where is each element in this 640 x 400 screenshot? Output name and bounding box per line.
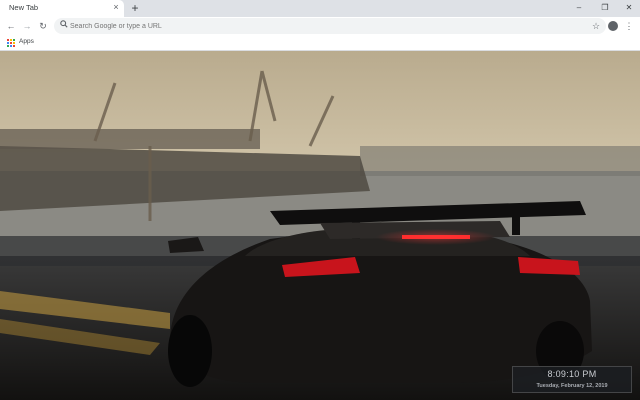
tab-new-tab[interactable]: New Tab × [0, 0, 124, 17]
profile-avatar-icon[interactable] [608, 21, 618, 31]
back-button[interactable]: ← [4, 19, 18, 33]
apps-bookmark[interactable]: Apps [19, 38, 34, 45]
car-wallpaper-image [0, 51, 640, 400]
tab-title: New Tab [9, 3, 39, 12]
maximize-button[interactable]: ❐ [594, 0, 616, 15]
clock-widget: 8:09:10 PM Tuesday, February 12, 2019 [512, 366, 632, 393]
browser-menu-icon[interactable]: ⋮ [624, 19, 634, 33]
clock-time: 8:09:10 PM [547, 369, 597, 379]
search-input[interactable] [70, 19, 530, 33]
clock-date: Tuesday, February 12, 2019 [536, 383, 608, 389]
apps-grid-icon[interactable] [7, 39, 15, 47]
background-wallpaper [0, 51, 640, 400]
close-tab-icon[interactable]: × [111, 1, 121, 13]
tab-strip: New Tab × + – ❐ ✕ [0, 0, 640, 17]
search-icon [60, 20, 70, 32]
new-tab-button[interactable]: + [128, 0, 142, 16]
bookmarks-bar: Apps [0, 35, 640, 51]
forward-button[interactable]: → [20, 19, 34, 33]
bookmark-star-icon[interactable]: ☆ [592, 19, 600, 33]
omnibox[interactable]: ☆ [54, 18, 606, 34]
browser-toolbar: ← → ↻ ☆ ⋮ [0, 17, 640, 35]
minimize-button[interactable]: – [568, 0, 590, 15]
close-window-button[interactable]: ✕ [618, 0, 640, 15]
reload-button[interactable]: ↻ [36, 19, 50, 33]
